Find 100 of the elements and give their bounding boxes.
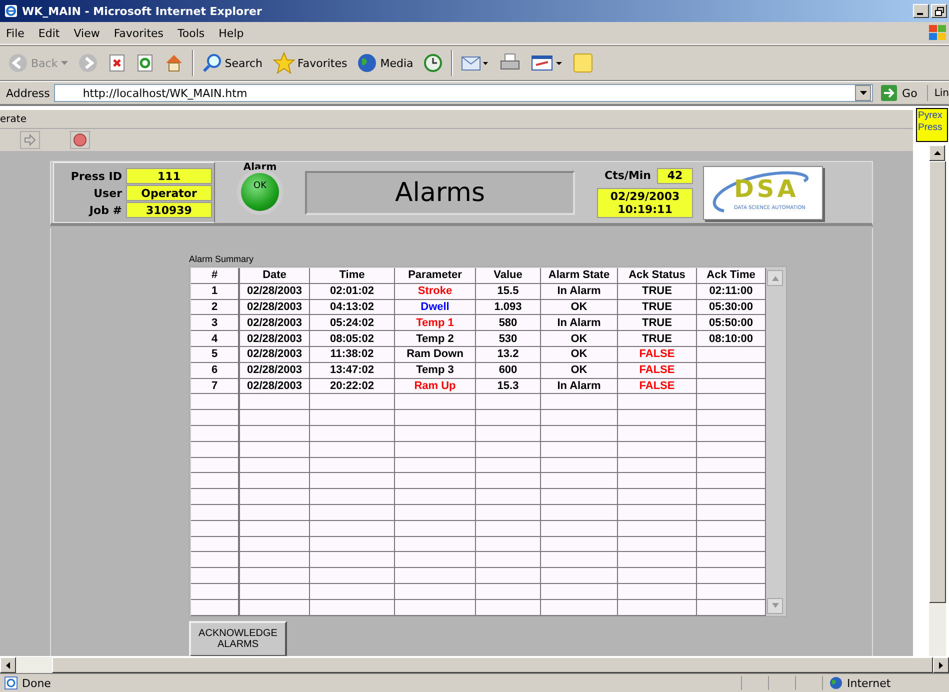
field-value: 111 bbox=[126, 168, 212, 184]
table-cell: 15.3 bbox=[476, 378, 541, 394]
scroll-right-icon bbox=[939, 662, 943, 668]
window-title: WK_MAIN - Microsoft Internet Explorer bbox=[22, 4, 262, 18]
table-cell bbox=[476, 504, 541, 521]
table-cell bbox=[240, 520, 310, 537]
table-cell: 02:01:02 bbox=[310, 284, 395, 300]
column-header: Ack Time bbox=[697, 268, 766, 284]
menu-item[interactable]: File bbox=[6, 26, 24, 40]
table-cell bbox=[240, 458, 310, 474]
table-cell: 05:24:02 bbox=[310, 315, 395, 332]
house-icon bbox=[164, 53, 184, 73]
table-cell bbox=[697, 394, 766, 410]
table-cell bbox=[191, 584, 240, 600]
acknowledge-alarms-button[interactable]: ACKNOWLEDGE ALARMS bbox=[189, 620, 287, 657]
menu-item[interactable]: Tools bbox=[178, 26, 205, 40]
table-cell bbox=[191, 442, 240, 458]
column-header: # bbox=[191, 268, 240, 284]
table-cell: 02/28/2003 bbox=[240, 346, 310, 363]
search-button[interactable]: Search bbox=[200, 53, 265, 73]
table-cell bbox=[240, 426, 310, 442]
address-field[interactable]: http://localhost/WK_MAIN.htm bbox=[54, 84, 874, 102]
table-cell bbox=[476, 552, 541, 568]
table-cell: 20:22:02 bbox=[310, 378, 395, 394]
menu-item[interactable]: Edit bbox=[38, 26, 60, 40]
table-cell: OK bbox=[541, 362, 618, 379]
table-cell bbox=[697, 536, 766, 552]
star-icon bbox=[272, 52, 295, 74]
table-cell: 600 bbox=[476, 362, 541, 379]
media-button[interactable]: Media bbox=[355, 53, 416, 73]
table-cell: 13:47:02 bbox=[310, 362, 395, 379]
table-cell bbox=[240, 584, 310, 600]
datetime-display: 02/29/2003 10:19:11 bbox=[597, 188, 693, 218]
globe-icon bbox=[357, 53, 378, 73]
table-cell bbox=[191, 504, 240, 521]
scroll-left-icon bbox=[6, 662, 10, 668]
table-cell bbox=[240, 394, 310, 410]
table-cell: 05:30:00 bbox=[697, 300, 766, 316]
table-cell: 580 bbox=[476, 315, 541, 332]
table-cell: 02:11:00 bbox=[697, 284, 766, 300]
table-cell bbox=[476, 426, 541, 442]
horizontal-scrollbar[interactable] bbox=[0, 656, 949, 673]
table-cell: 1.093 bbox=[476, 300, 541, 316]
table-cell bbox=[697, 346, 766, 363]
table-cell: TRUE bbox=[618, 284, 697, 300]
table-cell bbox=[191, 410, 240, 426]
table-cell bbox=[240, 536, 310, 552]
table-cell bbox=[191, 552, 240, 568]
status-text: Done bbox=[22, 676, 51, 690]
table-cell: OK bbox=[541, 331, 618, 347]
table-cell bbox=[191, 568, 240, 584]
alarm-label: Alarm bbox=[243, 162, 277, 173]
table-cell bbox=[476, 394, 541, 410]
minimize-button[interactable] bbox=[913, 4, 929, 18]
menu-item[interactable]: Help bbox=[218, 26, 244, 40]
rate-label: Cts/Min bbox=[604, 169, 651, 182]
table-cell bbox=[697, 552, 766, 568]
table-cell: 2 bbox=[191, 300, 240, 316]
menu-item[interactable]: View bbox=[74, 26, 100, 40]
table-cell bbox=[697, 489, 766, 505]
address-label: Address bbox=[6, 86, 50, 100]
table-cell bbox=[240, 568, 310, 584]
table-scrollbar[interactable] bbox=[766, 268, 786, 616]
table-cell: In Alarm bbox=[541, 315, 618, 332]
page-link-label[interactable]: Pyrex Press bbox=[916, 108, 948, 142]
field-label: Job # bbox=[88, 204, 122, 216]
table-cell: 05:50:00 bbox=[697, 315, 766, 332]
table-cell: FALSE bbox=[618, 346, 697, 363]
table-cell: 08:05:02 bbox=[310, 331, 395, 347]
dropdown-arrow-icon bbox=[860, 91, 867, 95]
table-cell bbox=[191, 536, 240, 552]
abort-button[interactable] bbox=[70, 131, 90, 149]
field-label: Press ID bbox=[70, 170, 122, 182]
go-button[interactable]: Go bbox=[877, 85, 928, 101]
table-cell: 02/28/2003 bbox=[240, 378, 310, 394]
links-label[interactable]: Lin bbox=[932, 88, 949, 98]
globe-icon bbox=[829, 676, 843, 690]
vertical-scrollbar[interactable] bbox=[929, 145, 946, 656]
restore-button[interactable] bbox=[931, 4, 947, 18]
table-cell: 1 bbox=[191, 284, 240, 300]
table-cell: 08:10:00 bbox=[697, 331, 766, 347]
favorites-button[interactable]: Favorites bbox=[270, 52, 350, 74]
table-cell: Stroke bbox=[395, 284, 476, 300]
scroll-up-icon bbox=[772, 276, 778, 280]
menu-item[interactable]: Favorites bbox=[114, 26, 164, 40]
table-cell: FALSE bbox=[618, 362, 697, 379]
field-label: User bbox=[92, 186, 122, 200]
table-cell: 5 bbox=[191, 346, 240, 363]
table-cell: 3 bbox=[191, 315, 240, 332]
table-cell: TRUE bbox=[618, 315, 697, 332]
security-zone-text: Internet bbox=[847, 676, 891, 690]
run-button[interactable] bbox=[20, 131, 40, 149]
table-cell: 11:38:02 bbox=[310, 346, 395, 363]
restore-icon bbox=[934, 6, 944, 16]
table-cell bbox=[476, 584, 541, 600]
table-cell bbox=[191, 520, 240, 537]
table-cell: 02/28/2003 bbox=[240, 284, 310, 300]
table-cell bbox=[697, 362, 766, 379]
table-cell bbox=[476, 600, 541, 616]
table-cell bbox=[697, 426, 766, 442]
